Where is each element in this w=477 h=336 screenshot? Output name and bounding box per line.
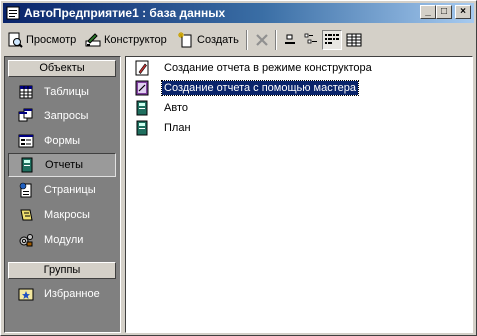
- minimize-icon: _: [425, 6, 431, 17]
- design-icon: [85, 33, 101, 47]
- sidebar-item-pages[interactable]: Страницы: [8, 178, 116, 202]
- list-item-label: Создание отчета в режиме конструктора: [164, 62, 372, 74]
- macro-icon: [20, 209, 33, 221]
- toolbar-separator: [246, 30, 248, 50]
- preview-button[interactable]: Просмотр: [7, 29, 76, 51]
- query-icon: [18, 108, 33, 122]
- sidebar-item-label: Страницы: [44, 184, 96, 196]
- list-item-label: План: [164, 122, 191, 134]
- sidebar-item-label: Модули: [44, 234, 84, 246]
- form-icon: [18, 134, 34, 148]
- close-button[interactable]: ×: [455, 5, 471, 19]
- sidebar-item-forms[interactable]: Формы: [8, 129, 116, 153]
- sidebar-item-modules[interactable]: Модули: [8, 228, 116, 252]
- sidebar-item-label: Запросы: [44, 110, 89, 122]
- sidebar-item-macros[interactable]: Макросы: [8, 203, 116, 227]
- delete-icon: [256, 34, 268, 46]
- sidebar-item-label: Отчеты: [45, 159, 84, 171]
- preview-label: Просмотр: [26, 34, 77, 46]
- small-icons-button[interactable]: [301, 30, 321, 50]
- delete-button[interactable]: [252, 30, 272, 50]
- list-item-label: Авто: [164, 102, 188, 114]
- window-title: АвтоПредприятие1 : база данных: [24, 6, 226, 20]
- maximize-icon: □: [440, 6, 448, 17]
- report-icon: [136, 120, 148, 136]
- list-view-button[interactable]: [322, 30, 342, 50]
- report-icon: [21, 157, 33, 173]
- sidebar-item-label: Макросы: [44, 209, 90, 221]
- list-item[interactable]: План: [134, 119, 193, 137]
- page-icon: [19, 182, 32, 198]
- large-icons-icon: [285, 34, 295, 44]
- close-icon: ×: [460, 6, 466, 17]
- sidebar-item-favorites[interactable]: Избранное: [8, 282, 116, 306]
- list-item[interactable]: Создание отчета в режиме конструктора: [134, 59, 374, 77]
- objects-panel: Объекты Таблицы Запросы Формы Отчеты Стр…: [4, 56, 121, 333]
- title-bar[interactable]: АвтоПредприятие1 : база данных _ □ ×: [3, 3, 474, 23]
- sidebar-item-tables[interactable]: Таблицы: [8, 80, 116, 104]
- create-icon: [178, 32, 192, 48]
- large-icons-button[interactable]: [280, 30, 300, 50]
- sidebar-item-label: Формы: [44, 135, 81, 147]
- wizard-report-icon: [135, 80, 149, 96]
- sidebar-item-reports[interactable]: Отчеты: [8, 153, 116, 177]
- small-icons-icon: [304, 33, 317, 44]
- maximize-button[interactable]: □: [436, 5, 452, 19]
- list-view-icon: [325, 34, 339, 44]
- sidebar-item-label: Таблицы: [44, 86, 89, 98]
- table-icon: [19, 85, 33, 99]
- report-icon: [136, 100, 148, 116]
- toolbar: Просмотр Конструктор Создать: [3, 25, 474, 53]
- create-button[interactable]: Создать: [178, 29, 239, 51]
- preview-icon: [8, 32, 23, 48]
- design-button[interactable]: Конструктор: [85, 29, 167, 51]
- list-item[interactable]: Авто: [134, 99, 190, 117]
- design-report-icon: [135, 60, 149, 76]
- details-view-icon: [346, 33, 362, 47]
- details-view-button[interactable]: [344, 30, 364, 50]
- favorites-icon: [18, 288, 34, 301]
- list-item-label: Создание отчета с помощью мастера: [160, 80, 360, 96]
- object-list: Создание отчета в режиме конструктора Со…: [125, 56, 473, 333]
- sidebar-item-label: Избранное: [44, 288, 100, 300]
- minimize-button[interactable]: _: [420, 5, 436, 19]
- create-label: Создать: [197, 34, 239, 46]
- objects-header-button[interactable]: Объекты: [8, 60, 116, 77]
- groups-header-button[interactable]: Группы: [8, 262, 116, 279]
- database-window-icon: [6, 6, 20, 20]
- list-item[interactable]: Создание отчета с помощью мастера: [134, 79, 360, 97]
- design-label: Конструктор: [104, 34, 167, 46]
- module-icon: [19, 234, 33, 247]
- database-window: АвтоПредприятие1 : база данных _ □ × Про…: [0, 0, 477, 336]
- toolbar-separator: [275, 30, 277, 50]
- sidebar-item-queries[interactable]: Запросы: [8, 104, 116, 128]
